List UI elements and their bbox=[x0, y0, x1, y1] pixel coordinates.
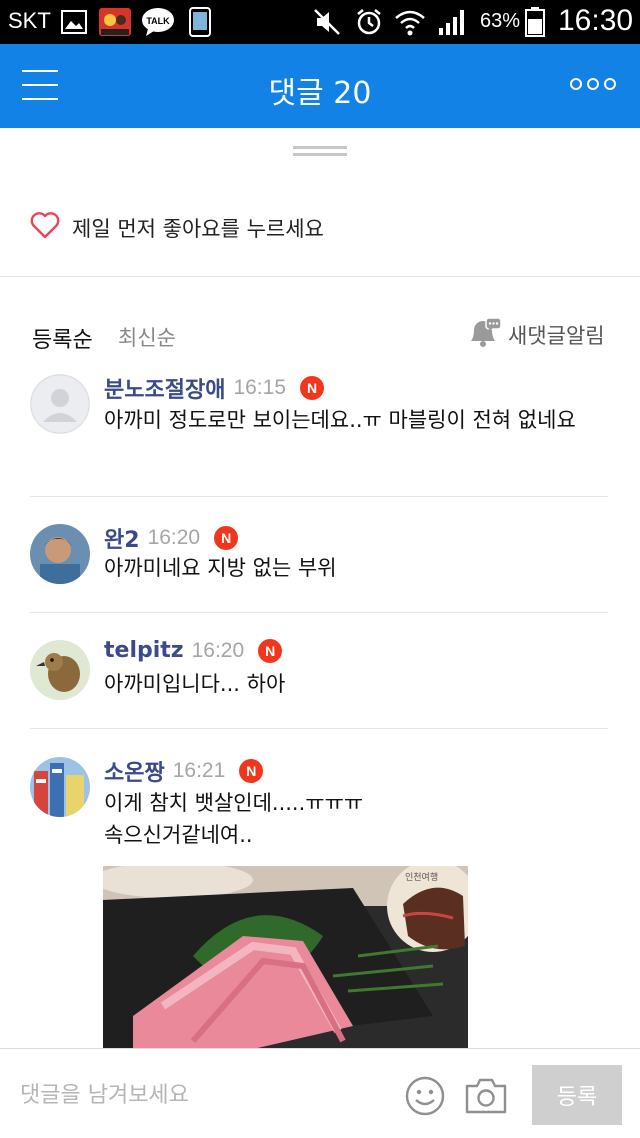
comment-attached-photo[interactable]: 인천여행 bbox=[103, 866, 468, 1048]
comment-divider bbox=[30, 496, 608, 497]
comment-time: 16:20 bbox=[147, 526, 201, 549]
new-comment-alert-toggle[interactable]: 새댓글알림 bbox=[466, 317, 605, 353]
phone-icon bbox=[188, 7, 212, 37]
game-app-icon bbox=[98, 8, 132, 36]
wifi-icon bbox=[394, 8, 426, 36]
battery-percent: 63% bbox=[480, 10, 521, 32]
alarm-icon bbox=[354, 8, 384, 36]
heart-outline-icon bbox=[30, 211, 60, 243]
comment-author[interactable]: telpitz bbox=[104, 638, 184, 663]
bird-avatar[interactable] bbox=[30, 640, 90, 700]
comment-body: 아까미 정도로만 보이는데요..ㅠ 마블링이 전혀 없네요 bbox=[104, 408, 576, 432]
like-button[interactable]: 제일 먼저 좋아요를 누르세요 bbox=[0, 195, 640, 259]
gallery-icon bbox=[60, 8, 88, 36]
comment-body: 아까미입니다... 하아 bbox=[104, 672, 286, 696]
page-title: 댓글 20 bbox=[268, 76, 372, 111]
city-avatar[interactable] bbox=[30, 757, 90, 817]
comment-author[interactable]: 소온짱 bbox=[104, 755, 165, 787]
divider bbox=[0, 276, 640, 277]
new-badge: N bbox=[214, 526, 239, 550]
comment-author[interactable]: 완2 bbox=[104, 522, 140, 554]
status-bar: SKT TALK 63% 16:30 bbox=[0, 0, 640, 44]
sort-by-latest-tab[interactable]: 최신순 bbox=[118, 322, 176, 352]
comment-input-bar: 등록 bbox=[0, 1048, 640, 1138]
new-badge: N bbox=[300, 376, 325, 400]
more-options-icon[interactable] bbox=[570, 78, 616, 94]
new-badge: N bbox=[258, 638, 283, 663]
comment-divider bbox=[30, 728, 608, 729]
battery-icon bbox=[524, 7, 546, 37]
default-avatar[interactable] bbox=[30, 374, 90, 434]
submit-button[interactable]: 등록 bbox=[532, 1065, 622, 1125]
comment-meta: 분노조절장애 16:15 N bbox=[104, 372, 325, 404]
carrier-label: SKT bbox=[8, 8, 51, 33]
signal-icon bbox=[436, 8, 468, 36]
new-badge: N bbox=[239, 759, 264, 783]
comment-meta: telpitz 16:20 N bbox=[104, 638, 283, 663]
comment-time: 16:21 bbox=[172, 759, 226, 782]
talk-icon: TALK bbox=[140, 8, 176, 36]
new-comment-alert-label: 새댓글알림 bbox=[508, 324, 605, 348]
comment-input[interactable] bbox=[20, 1075, 380, 1115]
photo-watermark: 인천여행 bbox=[405, 871, 438, 883]
drag-handle[interactable] bbox=[293, 146, 347, 158]
comment-author[interactable]: 분노조절장애 bbox=[104, 372, 225, 404]
camera-icon[interactable] bbox=[464, 1077, 508, 1115]
emoji-icon[interactable] bbox=[404, 1075, 446, 1117]
comment-body: 이게 참치 뱃살인데.....ㅠㅠㅠ 속으신거같네여.. bbox=[104, 791, 364, 847]
comment-body: 아까미네요 지방 없는 부위 bbox=[104, 556, 337, 580]
clock: 16:30 bbox=[558, 4, 634, 37]
comment-meta: 완2 16:20 N bbox=[104, 522, 239, 554]
like-prompt-text: 제일 먼저 좋아요를 누르세요 bbox=[72, 217, 324, 241]
comment-time: 16:15 bbox=[233, 376, 287, 399]
comment-divider bbox=[30, 612, 608, 613]
comment-list[interactable]: 분노조절장애 16:15 N 아까미 정도로만 보이는데요..ㅠ 마블링이 전혀… bbox=[0, 372, 640, 1048]
sort-by-registration-tab[interactable]: 등록순 bbox=[32, 322, 93, 354]
photo-avatar[interactable] bbox=[30, 524, 90, 584]
comment-meta: 소온짱 16:21 N bbox=[104, 755, 264, 787]
talk-icon-label: TALK bbox=[146, 16, 170, 26]
comment-time: 16:20 bbox=[191, 638, 245, 662]
mute-icon bbox=[312, 8, 342, 36]
app-header: 댓글 20 bbox=[0, 44, 640, 128]
bell-comment-icon bbox=[466, 317, 502, 353]
